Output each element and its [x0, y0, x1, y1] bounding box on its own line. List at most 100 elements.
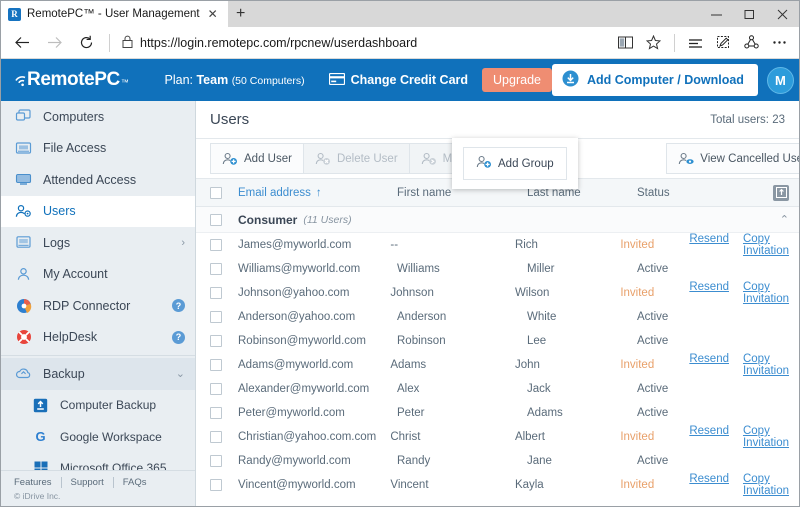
table-row[interactable]: Adams@myworld.com Adams John Invited Resend C…	[196, 353, 799, 377]
row-checkbox[interactable]	[210, 287, 222, 299]
group-row-consumer[interactable]: Consumer (11 Users) ⌃	[196, 207, 799, 233]
sidebar-item-computers[interactable]: Computers	[1, 101, 195, 133]
signal-arc-icon	[14, 73, 27, 88]
column-header-status[interactable]: Status	[637, 187, 709, 199]
more-icon[interactable]	[766, 30, 793, 56]
sidebar-item-file-access[interactable]: File Access	[1, 133, 195, 165]
row-checkbox[interactable]	[210, 263, 222, 275]
select-all-checkbox[interactable]	[210, 186, 222, 199]
table-row[interactable]: Alexander@myworld.com Alex Jack Active	[196, 377, 799, 401]
share-icon[interactable]	[738, 30, 765, 56]
forward-arrow-icon[interactable]	[39, 29, 69, 57]
sidebar-item-users[interactable]: Users	[1, 195, 195, 227]
hub-icon[interactable]	[682, 30, 709, 56]
row-checkbox[interactable]	[210, 335, 222, 347]
footer-link-support[interactable]: Support	[71, 477, 114, 488]
table-row[interactable]: Vincent@myworld.com Vincent Kayla Invited Re…	[196, 473, 799, 497]
avatar[interactable]: M	[766, 66, 794, 94]
sidebar-items: Computers File Access Attended Access Us…	[1, 101, 195, 470]
sort-ascending-icon: ↑	[315, 186, 322, 199]
header-right-group: Add Computer / Download M	[551, 64, 794, 96]
table-row[interactable]: Johnson@yahoo.com Johnson Wilson Invited Res…	[196, 281, 799, 305]
row-checkbox[interactable]	[210, 359, 222, 371]
resend-link[interactable]: Resend	[689, 281, 729, 305]
add-group-icon	[476, 155, 492, 172]
resend-link[interactable]: Resend	[689, 425, 729, 449]
reload-icon[interactable]	[71, 29, 101, 57]
help-icon-rdp[interactable]: ?	[172, 299, 185, 313]
row-checkbox[interactable]	[210, 311, 222, 323]
copy-invitation-link[interactable]: Copy Invitation	[743, 473, 789, 497]
add-group-button[interactable]: Add Group	[463, 147, 567, 180]
group-collapse-chevron-icon[interactable]: ⌃	[780, 213, 789, 226]
cell-status: Active	[637, 311, 669, 323]
table-row[interactable]: Robinson@myworld.com Robinson Lee Active	[196, 329, 799, 353]
minimize-icon[interactable]	[700, 1, 733, 27]
new-tab-button[interactable]: +	[228, 1, 254, 27]
add-user-button[interactable]: Add User	[210, 143, 304, 174]
table-row[interactable]: Christian@yahoo.com.com Christ Albert Invit…	[196, 425, 799, 449]
svg-text:G: G	[35, 429, 45, 444]
sidebar-item-my-account[interactable]: My Account	[1, 259, 195, 291]
sidebar-item-logs[interactable]: Logs ›	[1, 227, 195, 259]
add-group-label: Add Group	[498, 157, 554, 170]
sidebar-item-helpdesk[interactable]: HelpDesk ?	[1, 322, 195, 354]
sidebar-label-logs: Logs	[43, 235, 71, 250]
column-header-email[interactable]: Email address ↑	[222, 187, 397, 199]
address-bar[interactable]: https://login.remotepc.com/rpcnew/userda…	[118, 30, 610, 56]
view-cancelled-users-label: View Cancelled Users	[700, 152, 799, 165]
cell-status: Active	[637, 455, 669, 467]
resend-link[interactable]: Resend	[689, 233, 729, 257]
tab-close-icon[interactable]: ✕	[206, 8, 220, 20]
web-note-icon[interactable]	[710, 30, 737, 56]
help-icon-helpdesk[interactable]: ?	[172, 330, 185, 344]
row-checkbox[interactable]	[210, 407, 222, 419]
sidebar-item-backup[interactable]: Backup ⌄	[1, 358, 195, 390]
footer-link-faqs[interactable]: FAQs	[123, 477, 156, 488]
favorites-star-icon[interactable]	[640, 30, 667, 56]
sidebar-item-microsoft-office-365[interactable]: Microsoft Office 365	[1, 453, 195, 470]
view-cancelled-users-button[interactable]: View Cancelled Users	[666, 143, 799, 174]
sidebar-item-rdp-connector[interactable]: RDP Connector ?	[1, 290, 195, 322]
upgrade-button[interactable]: Upgrade	[482, 68, 552, 92]
copy-invitation-link[interactable]: Copy Invitation	[743, 353, 789, 377]
cell-actions: Resend Copy Invitation	[689, 473, 789, 497]
delete-user-label: Delete User	[336, 152, 398, 165]
row-checkbox[interactable]	[210, 479, 222, 491]
row-checkbox[interactable]	[210, 455, 222, 467]
table-row[interactable]: James@myworld.com -- Rich Invited Resend Copy…	[196, 233, 799, 257]
tab-strip: R RemotePC™ - User Management ✕ +	[1, 1, 799, 27]
table-row[interactable]: Anderson@yahoo.com Anderson White Active	[196, 305, 799, 329]
footer-link-features[interactable]: Features	[14, 477, 62, 488]
row-checkbox[interactable]	[210, 431, 222, 443]
plan-name: Team	[196, 73, 229, 87]
close-icon[interactable]	[766, 1, 799, 27]
sidebar-item-attended-access[interactable]: Attended Access	[1, 164, 195, 196]
resend-link[interactable]: Resend	[689, 353, 729, 377]
sidebar-item-google-workspace[interactable]: G Google Workspace	[1, 421, 195, 453]
copy-invitation-link[interactable]: Copy Invitation	[743, 281, 789, 305]
row-checkbox[interactable]	[210, 383, 222, 395]
sidebar-item-computer-backup[interactable]: Computer Backup	[1, 390, 195, 422]
cell-first-name: Anderson	[397, 311, 447, 323]
resend-link[interactable]: Resend	[689, 473, 729, 497]
back-arrow-icon[interactable]	[7, 29, 37, 57]
change-credit-card-button[interactable]: Change Credit Card	[328, 72, 468, 88]
copy-invitation-link[interactable]: Copy Invitation	[743, 425, 789, 449]
computer-backup-icon	[32, 397, 49, 414]
sidebar-label-rdp-connector: RDP Connector	[43, 298, 131, 313]
export-icon[interactable]	[773, 184, 789, 201]
browser-tab[interactable]: R RemotePC™ - User Management ✕	[1, 1, 228, 27]
maximize-icon[interactable]	[733, 1, 766, 27]
reading-view-icon[interactable]	[612, 30, 639, 56]
copy-invitation-link[interactable]: Copy Invitation	[743, 233, 789, 257]
group-checkbox[interactable]	[210, 213, 222, 226]
add-computer-download-button[interactable]: Add Computer / Download	[551, 64, 758, 96]
remotepc-logo[interactable]: RemotePC ™	[14, 69, 129, 91]
table-row[interactable]: Williams@myworld.com Williams Miller Active	[196, 257, 799, 281]
table-row[interactable]: Randy@myworld.com Randy Jane Active	[196, 449, 799, 473]
cell-last-name: John	[514, 359, 540, 371]
table-row[interactable]: Peter@myworld.com Peter Adams Active	[196, 401, 799, 425]
row-checkbox[interactable]	[210, 239, 222, 251]
cell-email: Robinson@myworld.com	[238, 335, 366, 347]
